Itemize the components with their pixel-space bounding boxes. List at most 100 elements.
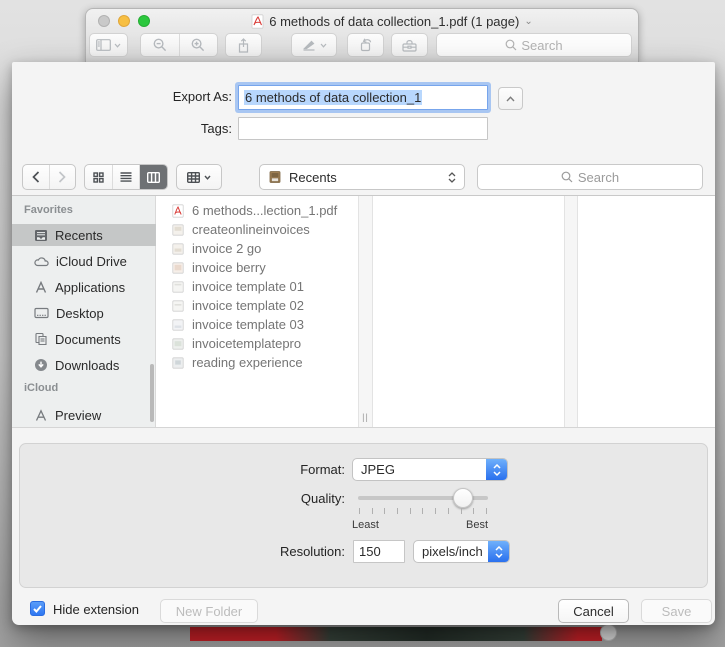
column-resize-divider[interactable]: ||	[358, 196, 373, 428]
sidebar-scrollbar[interactable]	[150, 364, 154, 422]
browser-column-2	[373, 196, 564, 428]
file-name: 6 methods...lection_1.pdf	[192, 203, 337, 218]
file-list-column: 6 methods...lection_1.pdf createonlinein…	[157, 196, 358, 428]
forward-button[interactable]	[50, 165, 75, 189]
format-popup[interactable]: JPEG	[352, 458, 508, 481]
share-button[interactable]	[225, 33, 262, 57]
column-view-button[interactable]	[140, 165, 167, 189]
sidebar-item-downloads[interactable]: Downloads	[12, 354, 156, 376]
chevron-left-icon	[32, 171, 40, 183]
sidebar-item-label: Downloads	[55, 358, 119, 373]
export-as-value: 6 methods of data collection_1	[244, 90, 422, 105]
minimize-button[interactable]	[118, 15, 130, 27]
markup-toolbox-button[interactable]	[391, 33, 428, 57]
popup-chevrons	[486, 459, 507, 480]
image-file-icon	[172, 224, 184, 236]
file-row[interactable]: invoice template 02	[157, 296, 358, 315]
file-row[interactable]: invoice template 03	[157, 315, 358, 334]
sidebar-view-button[interactable]	[89, 33, 128, 57]
chevron-down-icon	[320, 43, 327, 48]
tags-field[interactable]	[238, 117, 488, 140]
resolution-unit: pixels/inch	[422, 544, 483, 559]
chevron-down-icon	[204, 175, 211, 180]
quality-slider-thumb[interactable]	[453, 488, 473, 508]
back-button[interactable]	[23, 165, 49, 189]
location-popup[interactable]: Recents	[259, 164, 465, 190]
preview-app-icon	[34, 409, 48, 422]
zoom-in-button[interactable]	[179, 38, 217, 52]
file-row[interactable]: invoice 2 go	[157, 239, 358, 258]
resolution-field[interactable]: 150	[353, 540, 405, 563]
sidebar-item-label: Preview	[55, 408, 101, 423]
expand-collapse-button[interactable]	[498, 87, 523, 110]
icon-view-button[interactable]	[85, 165, 112, 189]
sidebar-panel-icon	[96, 39, 111, 51]
new-folder-button[interactable]: New Folder	[160, 599, 258, 623]
quality-min-label: Least	[352, 519, 379, 531]
sidebar-item-recents[interactable]: Recents	[12, 224, 156, 246]
group-by-button[interactable]	[176, 164, 222, 190]
file-row[interactable]: invoicetemplatepro	[157, 334, 358, 353]
close-button[interactable]	[98, 15, 110, 27]
view-mode-control	[84, 164, 168, 190]
cancel-button[interactable]: Cancel	[558, 599, 629, 623]
file-browser: Favorites Recents iCloud Drive	[12, 196, 715, 428]
file-browser-toolbar: Recents Search	[12, 160, 715, 196]
sidebar-item-applications[interactable]: Applications	[12, 276, 156, 298]
quality-label: Quality:	[152, 491, 345, 506]
window-title: 6 methods of data collection_1.pdf (1 pa…	[269, 14, 519, 29]
search-icon	[561, 171, 573, 183]
grid-view-icon	[93, 172, 104, 183]
markup-button[interactable]	[291, 33, 337, 57]
recents-folder-icon	[268, 170, 282, 184]
group-items-icon	[187, 172, 200, 183]
documents-icon	[34, 332, 48, 346]
markup-pen-icon	[302, 39, 316, 51]
quality-slider[interactable]	[358, 488, 488, 508]
image-file-icon	[172, 281, 184, 293]
list-view-button[interactable]	[113, 165, 140, 189]
file-row[interactable]: 6 methods...lection_1.pdf	[157, 201, 358, 220]
share-icon	[237, 38, 250, 53]
chevron-down-icon	[493, 471, 501, 476]
resolution-unit-popup[interactable]: pixels/inch	[413, 540, 510, 563]
zoom-out-button[interactable]	[141, 38, 179, 52]
recents-icon	[34, 229, 48, 242]
save-button[interactable]: Save	[641, 599, 712, 623]
sidebar-item-desktop[interactable]: Desktop	[12, 302, 156, 324]
popup-chevrons	[448, 172, 456, 183]
export-as-field[interactable]: 6 methods of data collection_1	[238, 85, 488, 110]
browser-column-3	[578, 196, 715, 428]
file-name: invoice template 03	[192, 317, 304, 332]
zoom-button[interactable]	[138, 15, 150, 27]
sidebar-icloud-header: iCloud	[24, 382, 58, 394]
slider-ticks	[359, 508, 487, 514]
file-name: invoice berry	[192, 260, 266, 275]
sidebar-item-preview[interactable]: Preview	[12, 404, 156, 426]
background-scrollbar-thumb[interactable]	[600, 624, 617, 641]
file-row[interactable]: createonlineinvoices	[157, 220, 358, 239]
search-icon	[505, 39, 517, 51]
zoom-buttons-group	[140, 33, 218, 57]
column-resize-divider[interactable]	[564, 196, 578, 428]
file-row[interactable]: invoice template 01	[157, 277, 358, 296]
rotate-button[interactable]	[347, 33, 384, 57]
cloud-icon	[34, 256, 49, 267]
image-file-icon	[172, 262, 184, 274]
sidebar-item-documents[interactable]: Documents	[12, 328, 156, 350]
window-search-field[interactable]: Search	[436, 33, 632, 57]
image-file-icon	[172, 338, 184, 350]
column-resize-handle[interactable]: ||	[362, 412, 369, 422]
file-name: invoice template 01	[192, 279, 304, 294]
title-chevron-down-icon[interactable]: ⌄	[524, 16, 532, 27]
rotate-left-icon	[358, 38, 373, 52]
file-row[interactable]: reading experience	[157, 353, 358, 372]
hide-extension-checkbox[interactable]	[30, 601, 45, 616]
file-row[interactable]: invoice berry	[157, 258, 358, 277]
background-image-fragment	[276, 627, 578, 641]
file-name: invoicetemplatepro	[192, 336, 301, 351]
sidebar-item-icloud-drive[interactable]: iCloud Drive	[12, 250, 156, 272]
browser-search-field[interactable]: Search	[477, 164, 703, 190]
export-sheet: Export As: 6 methods of data collection_…	[12, 62, 715, 625]
sidebar-item-label: iCloud Drive	[56, 254, 127, 269]
